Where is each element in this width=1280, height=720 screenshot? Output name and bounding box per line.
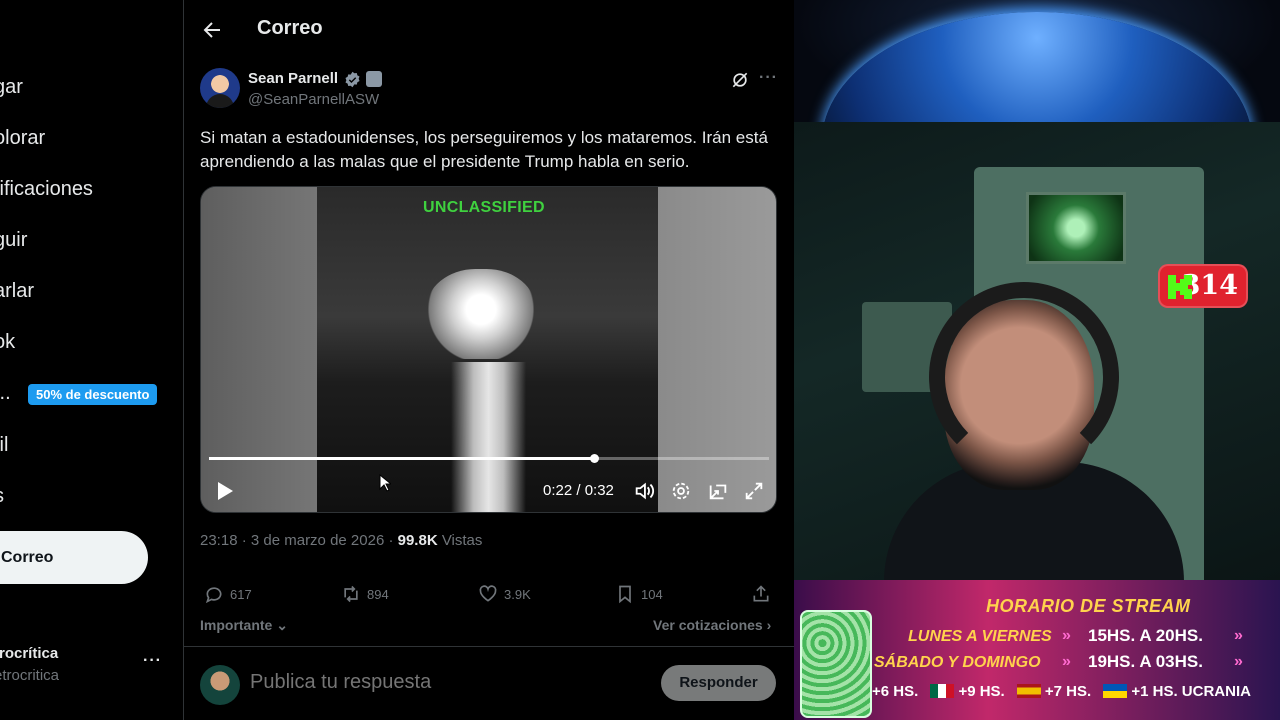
video-reflection (451, 362, 526, 512)
repost-icon (344, 585, 358, 603)
chevron-right-icon: » (1062, 653, 1071, 670)
grok-icon[interactable] (730, 70, 750, 90)
tz-offset: +1 HS. UCRANIA (1131, 683, 1251, 700)
video-progress-bar[interactable] (209, 454, 769, 463)
fullscreen-icon[interactable] (743, 480, 765, 502)
reply-input[interactable] (250, 671, 630, 694)
government-affiliation-icon (366, 71, 382, 87)
schedule-weekend: SÁBADO Y DOMINGO (874, 654, 1041, 671)
picture-in-picture-icon[interactable] (707, 480, 729, 502)
view-quotes-label: Ver cotizaciones (653, 617, 763, 633)
radar-screen (1026, 192, 1126, 264)
schedule-weekend-hours: 19HS. A 03HS. (1088, 652, 1203, 671)
tweet-text: Si matan a estadounidenses, los persegui… (200, 128, 768, 171)
kick-viewer-badge: 314 (1158, 264, 1248, 308)
tz-offset: +6 HS. (872, 683, 919, 700)
view-count: 99.8K (397, 532, 438, 549)
author-handle[interactable]: @SeanParnellASW (248, 91, 379, 108)
reply-count: 617 (230, 586, 252, 602)
tz-offset: +7 HS. (1044, 683, 1092, 700)
reply-action[interactable]: 617 (204, 583, 252, 605)
main-column: Correo Sean Parnell @SeanParnellASW ··· … (184, 0, 794, 720)
nav-item-profile[interactable]: fil (0, 434, 8, 457)
repost-count: 894 (367, 586, 389, 602)
nav-item-grok[interactable]: ok (0, 331, 15, 354)
schedule-banner: HORARIO DE STREAM LUNES A VIERNES » 15HS… (794, 580, 1280, 720)
heart-icon (479, 585, 497, 602)
reply-sort-dropdown[interactable]: Importante ⌄ (200, 617, 288, 634)
bookmark-action[interactable]: 104 (615, 583, 663, 605)
mouse-cursor-icon (379, 474, 391, 492)
space-background (794, 0, 1280, 272)
back-arrow-icon[interactable] (200, 18, 224, 42)
nav-item-explore[interactable]: olorar (0, 127, 45, 150)
stream-overlay: 314 HORARIO DE STREAM LUNES A VIERNES » … (794, 0, 1280, 720)
schedule-weekdays: LUNES A VIERNES (908, 628, 1052, 645)
verified-badge-icon (345, 71, 360, 88)
mexico-flag-icon (930, 684, 955, 699)
account-name[interactable]: trocrítica (0, 645, 58, 662)
chevron-right-icon: » (1062, 627, 1071, 644)
author-name[interactable]: Sean Parnell (248, 70, 338, 87)
chevron-right-icon: » (1234, 627, 1243, 644)
reply-sort-label: Importante (200, 617, 273, 633)
bookmark-icon (619, 585, 631, 604)
schedule-title: HORARIO DE STREAM (986, 596, 1191, 616)
chevron-down-icon: ⌄ (276, 617, 288, 633)
premium-discount-badge[interactable]: 50% de descuento (28, 384, 158, 405)
nav-item-notifications[interactable]: tificaciones (0, 178, 93, 201)
repost-action[interactable]: 894 (341, 583, 389, 605)
video-progress-fill (209, 457, 594, 460)
like-action[interactable]: 3.9K (478, 583, 531, 605)
user-avatar[interactable] (200, 665, 240, 705)
video-progress-handle[interactable] (590, 454, 599, 463)
video-frame-left (201, 187, 317, 512)
nav-item-follow[interactable]: guir (0, 229, 27, 252)
reply-icon (205, 587, 222, 604)
author-avatar[interactable] (200, 68, 240, 108)
video-overlay-label: UNCLASSIFIED (423, 199, 545, 216)
video-time: 0:22 / 0:32 (543, 482, 614, 499)
share-icon (753, 585, 769, 602)
sidebar-nav: gar olorar tificaciones guir arlar ok ..… (0, 0, 184, 720)
video-explosion (426, 269, 536, 359)
nav-item-more[interactable]: s (0, 485, 4, 508)
page-title: Correo (257, 17, 323, 39)
ukraine-flag-icon (1103, 684, 1128, 699)
divider (184, 646, 794, 647)
view-quotes-link[interactable]: Ver cotizaciones › (653, 617, 771, 633)
tz-offset: +9 HS. (958, 683, 1005, 700)
view-label: Vistas (437, 532, 483, 549)
timezone-row: +6 HS. +9 HS. +7 HS. +1 HS. UCRANIA (872, 683, 1280, 700)
kick-logo-icon (1168, 275, 1192, 299)
account-more-icon[interactable]: ··· (143, 652, 162, 670)
tweet-more-icon[interactable]: ··· (759, 69, 778, 87)
headphones (929, 282, 1119, 472)
chevron-right-icon: › (766, 617, 772, 633)
play-icon[interactable] (215, 480, 235, 502)
nav-item-home[interactable]: gar (0, 76, 23, 99)
nav-item-chat[interactable]: arlar (0, 280, 34, 303)
spain-flag-icon (1016, 684, 1041, 699)
nav-item-premium[interactable]: ... (0, 382, 11, 405)
tweet-meta: 23:18 · 3 de marzo de 2026 · 99.8K Vista… (200, 532, 482, 549)
video-frame-right (656, 187, 776, 512)
account-handle[interactable]: etrocritica (0, 667, 59, 684)
bookmark-count: 104 (641, 586, 663, 602)
video-player[interactable]: UNCLASSIFIED 0:22 / 0:32 (200, 186, 777, 513)
screen: gar olorar tificaciones guir arlar ok ..… (0, 0, 1280, 720)
volume-icon[interactable] (633, 480, 655, 502)
settings-gear-icon[interactable] (670, 480, 692, 502)
tweet-timestamp[interactable]: 23:18 · 3 de marzo de 2026 · (200, 532, 398, 549)
schedule-weekday-hours: 15HS. A 20HS. (1088, 626, 1203, 645)
chevron-right-icon: » (1234, 653, 1243, 670)
reply-button[interactable]: Responder (661, 665, 776, 701)
webcam-feed: 314 (794, 122, 1280, 592)
post-button[interactable]: Correo (0, 531, 148, 584)
like-count: 3.9K (504, 586, 531, 602)
jar-graphic (800, 610, 872, 718)
share-action[interactable] (751, 583, 771, 605)
